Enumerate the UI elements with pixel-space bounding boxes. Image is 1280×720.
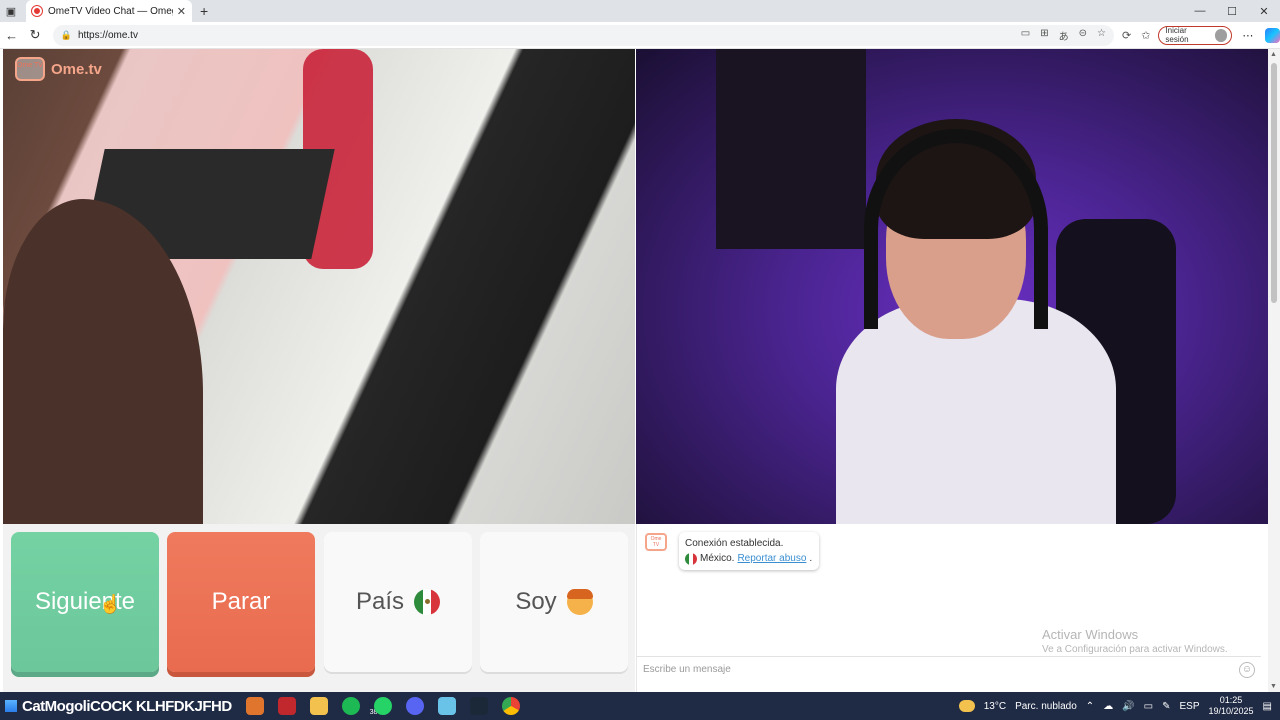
url-action-icons: ▭ ⊞ あ ⊝ ☆ [1021,28,1106,43]
whatsapp-icon[interactable] [373,697,392,715]
partner-country: México. [700,553,735,564]
report-suffix: . [809,553,813,564]
gender-button[interactable]: Soy [480,532,628,672]
scroll-up-icon[interactable]: ▲ [1270,51,1277,58]
signin-button[interactable]: Iniciar sesión [1158,25,1233,45]
system-tray: 13°C Parc. nublado ⌃ ☁ 🔊 ▭ ✎ ESP 01:25 1… [958,695,1280,717]
translate-icon[interactable]: あ [1059,28,1069,43]
message-input[interactable] [643,664,1239,675]
sidebar-toggle-icon[interactable]: ▣ [0,0,22,22]
chevron-up-icon[interactable]: ⌃ [1086,701,1094,712]
back-arrow-icon[interactable]: ← [0,28,23,43]
ometv-page: Ome TV Ome.tv Siguiente Parar País Soy ☝… [0,49,1268,692]
system-message: Conexión establecida. México. Reportar a… [679,532,819,570]
taskbar-overlay-text: CatMogoliCOCK KLHFDKJFHD [22,697,232,715]
partner-country-row: México. Reportar abuso. [685,551,813,566]
mexico-flag-icon [685,552,697,565]
connection-status: Conexión establecida. [685,538,784,549]
spotify-icon[interactable] [341,697,360,715]
gender-button-label: Soy [515,588,557,615]
mexico-flag-icon [414,589,441,615]
camera-icon[interactable]: ▭ [1021,28,1030,43]
chat-ometv-logo-icon: Ome TV [645,533,667,551]
minimize-button[interactable]: — [1184,5,1216,18]
more-options-icon[interactable]: ⋯ [1242,29,1253,42]
signin-label: Iniciar sesión [1165,26,1189,44]
self-video-content [864,129,1048,329]
tab-title: OmeTV Video Chat — Omegle [48,5,173,17]
close-window-button[interactable]: ✕ [1248,5,1280,18]
pen-icon[interactable]: ✎ [1162,701,1170,712]
stop-button[interactable]: Parar [167,532,315,672]
scroll-down-icon[interactable]: ▼ [1270,683,1277,690]
tab-close-icon[interactable]: ✕ [177,5,186,18]
watermark-subtitle: Ve a Configuración para activar Windows. [1042,644,1228,655]
screen: ▣ OmeTV Video Chat — Omegle ✕ + — ☐ ✕ ← … [0,0,1280,720]
window-controls: — ☐ ✕ [1184,5,1280,18]
steam-icon[interactable] [469,697,488,715]
volume-icon[interactable]: 🔊 [1122,701,1134,712]
chat-panel: Ome TV Conexión establecida. México. Rep… [636,524,1261,692]
page-scrollbar[interactable]: ▲ ▼ [1268,49,1280,692]
app-icon[interactable] [437,697,456,715]
maximize-button[interactable]: ☐ [1216,5,1248,18]
clock-date: 19/10/2025 [1208,706,1254,716]
cloud-icon[interactable]: ☁ [1103,701,1113,712]
profile-avatar-icon [1214,28,1228,42]
partner-video: Ome TV Ome.tv [3,49,635,524]
weather-temp[interactable]: 13°C [984,701,1006,712]
self-video [636,49,1268,524]
windows-activation-watermark: Activar Windows Ve a Configuración para … [1042,627,1228,655]
windows-logo-icon [5,700,17,712]
lock-icon[interactable]: 🔒 [61,30,72,41]
favorite-star-icon[interactable]: ☆ [1097,28,1106,43]
clock-time: 01:25 [1219,695,1243,705]
notifications-icon[interactable]: ▤ [1263,701,1272,712]
report-abuse-link[interactable]: Reportar abuso [737,551,806,566]
brand-logo[interactable]: Ome TV Ome.tv [15,57,102,81]
watermark-title: Activar Windows [1042,627,1139,642]
windows-taskbar: CatMogoliCOCK KLHFDKJFHD 38 13°C Parc. n… [0,692,1280,720]
network-icon[interactable]: ▭ [1144,701,1153,712]
mouse-cursor-icon: ☝ [99,594,122,614]
extensions-icon[interactable]: ⟳ [1122,29,1131,42]
file-explorer-icon[interactable] [309,697,328,715]
boy-emoji-icon [566,589,593,615]
control-panel: Siguiente Parar País Soy ☝ [3,524,635,692]
start-button[interactable] [0,692,22,720]
ometv-logo-icon: Ome TV [15,57,45,81]
emoji-picker-icon[interactable]: ☺ [1239,661,1255,678]
discord-icon[interactable] [405,697,424,715]
weather-desc[interactable]: Parc. nublado [1015,701,1077,712]
app-available-icon[interactable]: ⊞ [1040,28,1048,43]
browser-tab-bar: ▣ OmeTV Video Chat — Omegle ✕ + — ☐ ✕ [0,0,1280,22]
new-tab-button[interactable]: + [200,3,208,19]
record-favicon-icon [32,6,42,16]
address-bar: ← ↻ 🔒 https://ome.tv ▭ ⊞ あ ⊝ ☆ ⟳ ✩ Inici… [0,22,1280,49]
tracking-icon[interactable]: ⊝ [1079,28,1087,43]
country-button[interactable]: País [324,532,472,672]
weather-icon[interactable] [958,700,975,712]
scrollbar-thumb[interactable] [1271,63,1277,303]
copilot-icon[interactable] [1265,27,1280,43]
browser-tab[interactable]: OmeTV Video Chat — Omegle ✕ [26,0,192,22]
url-text[interactable]: https://ome.tv [78,30,1021,41]
app-icon[interactable] [245,697,264,715]
favorites-icon[interactable]: ✩ [1141,29,1150,42]
brand-name: Ome.tv [51,60,102,78]
message-input-row: ☺ [637,656,1261,682]
next-button[interactable]: Siguiente [11,532,159,672]
self-video-content [716,49,866,249]
language-indicator[interactable]: ESP [1179,701,1199,712]
pinned-apps [245,697,520,715]
country-button-label: País [355,588,405,615]
filezilla-icon[interactable] [277,697,296,715]
chrome-icon[interactable] [501,697,520,715]
stop-button-label: Parar [211,588,271,615]
url-field[interactable]: 🔒 https://ome.tv ▭ ⊞ あ ⊝ ☆ [52,24,1114,46]
clock[interactable]: 01:25 19/10/2025 [1209,695,1254,717]
refresh-icon[interactable]: ↻ [23,27,46,43]
